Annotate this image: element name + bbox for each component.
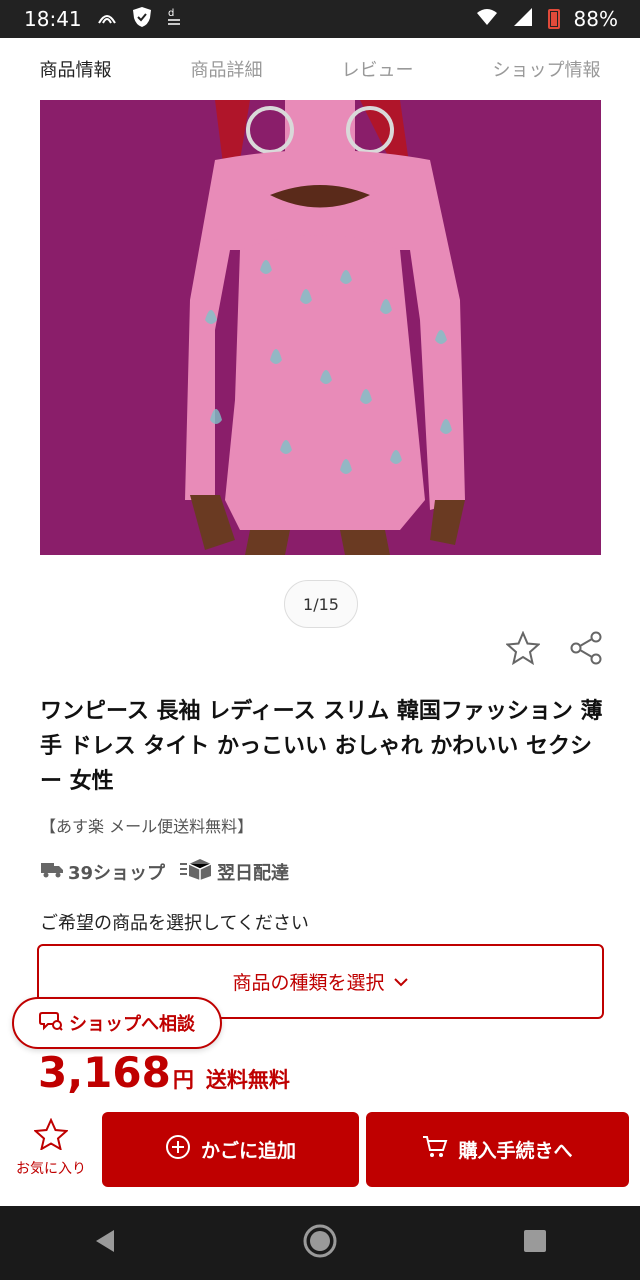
status-bar: 18:41 d 88%: [0, 0, 640, 38]
tab-product-details[interactable]: 商品詳細: [191, 56, 263, 82]
product-photo: [40, 100, 601, 555]
system-nav-bar: [0, 1206, 640, 1280]
status-bar-left: 18:41 d: [24, 6, 182, 32]
docomo-icon: d: [166, 6, 182, 32]
cart-icon: [422, 1135, 448, 1164]
wifi-icon: [476, 8, 498, 30]
consult-shop-button[interactable]: ショップへ相談: [12, 997, 222, 1049]
shop-39-badge: 39ショップ: [40, 859, 165, 885]
delivery-badges: 39ショップ 翌日配達: [40, 857, 289, 886]
tab-product-info[interactable]: 商品情報: [40, 56, 112, 82]
shipping-label: 送料無料: [205, 1068, 290, 1092]
chevron-down-icon: [393, 971, 409, 993]
clock: 18:41: [24, 7, 82, 31]
signal-icon: [512, 7, 534, 31]
shield-icon: [132, 6, 152, 32]
truck-icon: [40, 860, 64, 883]
home-icon[interactable]: [302, 1223, 338, 1263]
back-icon[interactable]: [92, 1228, 118, 1258]
battery-icon: [547, 9, 560, 29]
box-icon: [179, 857, 213, 886]
price-unit: 円: [172, 1068, 194, 1092]
price-value: 3,168: [38, 1048, 171, 1097]
promo-text: 【あす楽 メール便送料無料】: [40, 817, 254, 836]
select-prompt: ご希望の商品を選択してください: [40, 913, 309, 934]
checkout-label: 購入手続きへ: [458, 1140, 573, 1162]
next-day-label: 翌日配達: [217, 862, 290, 884]
image-pager: 1/15: [284, 580, 358, 628]
select-variant-label: 商品の種類を選択: [232, 972, 385, 994]
price-block: 3,168 円 送料無料: [38, 1048, 290, 1097]
next-day-badge: 翌日配達: [179, 857, 289, 886]
share-icon[interactable]: [566, 628, 606, 668]
bookmark-star-icon[interactable]: [503, 628, 543, 668]
product-image[interactable]: [40, 100, 601, 555]
checkout-button[interactable]: 購入手続きへ: [366, 1112, 629, 1187]
favorite-label: お気に入り: [16, 1161, 86, 1177]
consult-shop-label: ショップへ相談: [69, 1014, 195, 1035]
product-title: ワンピース 長袖 レディース スリム 韓国ファッション 薄手 ドレス タイト か…: [40, 699, 603, 794]
add-to-cart-button[interactable]: かごに追加: [102, 1112, 359, 1187]
nfc-icon: [96, 7, 118, 31]
recents-icon[interactable]: [522, 1228, 548, 1258]
tab-shop-info[interactable]: ショップ情報: [493, 56, 601, 82]
svg-text:d: d: [168, 8, 174, 19]
battery-percent: 88%: [573, 7, 618, 31]
add-to-cart-label: かごに追加: [200, 1140, 296, 1162]
status-bar-right: 88%: [476, 7, 618, 31]
chat-bubble-icon: [39, 1010, 63, 1037]
favorite-button[interactable]: お気に入り: [10, 1117, 92, 1178]
tab-bar: 商品情報 商品詳細 レビュー ショップ情報: [0, 38, 640, 100]
tab-reviews[interactable]: レビュー: [342, 56, 414, 82]
shop-39-label: 39ショップ: [68, 862, 166, 884]
star-icon: [33, 1117, 69, 1154]
plus-circle-icon: [165, 1134, 191, 1165]
